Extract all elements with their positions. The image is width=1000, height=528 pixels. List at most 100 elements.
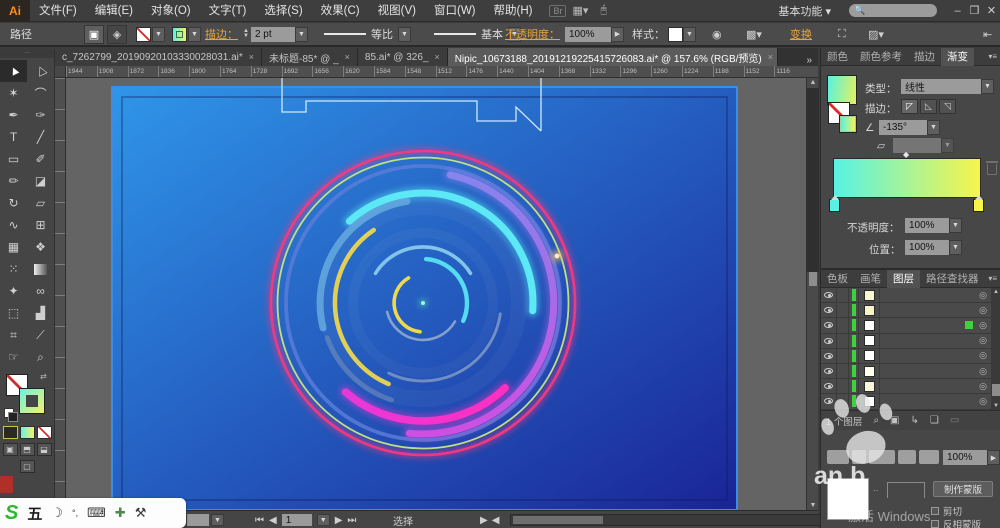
- zoom-level-field[interactable]: [187, 514, 209, 526]
- layer-thumbnail[interactable]: [864, 320, 875, 331]
- ime-settings-wrench-icon[interactable]: ⚒: [135, 505, 147, 521]
- stroke-along-icon[interactable]: ◺: [920, 99, 937, 114]
- opacity-dropdown-icon[interactable]: ▶: [611, 27, 624, 42]
- tab-close-icon[interactable]: ×: [249, 52, 254, 62]
- gradient-tab-颜色参考[interactable]: 颜色参考: [854, 48, 908, 66]
- scroll-down-icon[interactable]: ▼: [807, 502, 819, 509]
- layer-thumbnail[interactable]: [864, 396, 875, 407]
- search-input[interactable]: 🔍: [849, 4, 937, 17]
- next-artboard-icon[interactable]: ▶: [335, 515, 343, 526]
- magic-wand-tool[interactable]: ✶: [0, 82, 27, 104]
- gradient-angle-field[interactable]: -135°: [879, 120, 927, 135]
- stroke-proxy-swatch[interactable]: [19, 388, 45, 414]
- gradient-type-value[interactable]: 线性: [901, 79, 981, 94]
- symbol-sprayer-tool[interactable]: ⁙: [0, 258, 27, 280]
- rectangle-tool[interactable]: ▭: [0, 148, 27, 170]
- default-fill-stroke-icon[interactable]: [4, 408, 14, 418]
- new-sublayer-icon[interactable]: ↳: [911, 415, 919, 426]
- tab-close-icon[interactable]: ×: [345, 52, 350, 62]
- gradient-aspect-field[interactable]: [893, 138, 941, 153]
- lasso-tool[interactable]: ⌒: [27, 82, 54, 104]
- transparency-opacity-dropdown-icon[interactable]: ▶: [987, 450, 1000, 465]
- gradient-opacity-field[interactable]: 100%: [905, 218, 949, 233]
- knife-tool[interactable]: ⟋: [27, 324, 54, 346]
- new-layer-icon[interactable]: ❏: [930, 415, 939, 426]
- stroke-within-icon[interactable]: ◸: [901, 99, 918, 114]
- dock-collapse-icon[interactable]: ⇤: [983, 23, 992, 45]
- document-tab[interactable]: 未标题-85* @ _×: [262, 48, 358, 66]
- locate-object-icon[interactable]: ⌕: [873, 415, 879, 426]
- lock-cell[interactable]: [837, 394, 849, 408]
- menu-帮助(H)[interactable]: 帮助(H): [485, 5, 542, 17]
- blend-tool[interactable]: ∞: [27, 280, 54, 302]
- tools-panel-grip[interactable]: ∙∙∙∙: [0, 50, 54, 58]
- restore-button[interactable]: ❐: [966, 4, 983, 17]
- layers-scroll-thumb[interactable]: [992, 384, 1000, 396]
- vertical-scroll-thumb[interactable]: [809, 272, 817, 286]
- layers-scrollbar[interactable]: ▲ ▼: [991, 288, 1000, 410]
- layers-tab-色板[interactable]: 色板: [821, 270, 854, 288]
- eyedropper-tool[interactable]: ✦: [0, 280, 27, 302]
- hand-tool[interactable]: ☞: [0, 346, 27, 368]
- lock-cell[interactable]: [837, 318, 849, 332]
- menu-对象(O)[interactable]: 对象(O): [142, 5, 200, 17]
- column-graph-tool[interactable]: ▟: [27, 302, 54, 324]
- opacity-field[interactable]: 100%: [565, 27, 611, 42]
- lock-cell[interactable]: [837, 364, 849, 378]
- artboard-tool[interactable]: ⬚: [0, 302, 27, 324]
- layer-row[interactable]: ◎: [821, 288, 991, 303]
- fill-dropdown-icon[interactable]: ▼: [152, 27, 165, 42]
- mask-thumbnail-slot[interactable]: [887, 482, 925, 498]
- gradient-position-field[interactable]: 100%: [905, 240, 949, 255]
- gradient-stop-start[interactable]: [829, 199, 840, 212]
- gradient-aspect-dropdown-icon[interactable]: ▼: [941, 138, 954, 153]
- visibility-eye-icon[interactable]: [821, 364, 837, 378]
- artboard-dropdown-icon[interactable]: ▼: [317, 514, 330, 526]
- horizontal-ruler[interactable]: 1944190818721836180017641728169216561620…: [55, 66, 818, 78]
- type-tool[interactable]: T: [0, 126, 27, 148]
- none-mode-button[interactable]: [37, 426, 52, 439]
- last-artboard-icon[interactable]: ⏭: [347, 515, 356, 526]
- prev-artboard-icon[interactable]: ◀: [269, 515, 277, 526]
- layer-thumbnail[interactable]: [864, 381, 875, 392]
- lock-cell[interactable]: [837, 349, 849, 363]
- menu-编辑(E)[interactable]: 编辑(E): [86, 5, 142, 17]
- eraser-tool[interactable]: ◪: [27, 170, 54, 192]
- select-similar-icon[interactable]: ▩▾: [746, 23, 762, 45]
- gradient-slider[interactable]: [833, 158, 981, 198]
- hscroll-right-icon[interactable]: ◀: [492, 515, 500, 526]
- lock-cell[interactable]: [837, 303, 849, 317]
- document-tab[interactable]: c_7262799_20190920103330028031.ai*×: [55, 48, 262, 66]
- visibility-eye-icon[interactable]: [821, 318, 837, 332]
- document-tab[interactable]: 85.ai* @ 326_×: [358, 48, 448, 66]
- close-button[interactable]: ✕: [983, 4, 1000, 17]
- menu-视图(V)[interactable]: 视图(V): [369, 5, 425, 17]
- gradient-opacity-dropdown-icon[interactable]: ▼: [949, 218, 962, 233]
- draw-inside-button[interactable]: ⬓: [37, 443, 52, 456]
- gradient-preview-swatch[interactable]: [827, 75, 857, 105]
- anchor-corner-icon[interactable]: ▣: [84, 25, 104, 44]
- style-dropdown-icon[interactable]: ▼: [683, 27, 696, 42]
- layer-row[interactable]: ◎: [821, 394, 991, 409]
- ime-logo[interactable]: S: [5, 502, 18, 525]
- lock-cell[interactable]: [837, 379, 849, 393]
- slice-tool[interactable]: ⌗: [0, 324, 27, 346]
- layer-thumbnail[interactable]: [864, 290, 875, 301]
- layers-panel-menu-icon[interactable]: ▾≡: [988, 274, 1000, 283]
- width-profile-dropdown-icon[interactable]: ▼: [398, 27, 411, 42]
- visibility-eye-icon[interactable]: [821, 288, 837, 302]
- ruler-origin-corner[interactable]: [55, 66, 66, 78]
- target-icon[interactable]: ◎: [975, 366, 991, 377]
- align-icon[interactable]: ⛶: [838, 23, 846, 45]
- delete-layer-trash-icon[interactable]: ▭: [950, 415, 959, 426]
- visibility-eye-icon[interactable]: [821, 379, 837, 393]
- layer-row[interactable]: ◎: [821, 349, 991, 364]
- pencil-tool[interactable]: ✏: [0, 170, 27, 192]
- layer-row[interactable]: ◎: [821, 379, 991, 394]
- zoom-tool[interactable]: ⌕: [27, 346, 54, 368]
- stroke-weight-stepper[interactable]: ▲▼: [243, 29, 249, 39]
- ime-fullwidth-moon-icon[interactable]: ☽: [51, 505, 63, 521]
- fill-none-swatch[interactable]: [136, 27, 151, 42]
- workspace-switcher[interactable]: 基本功能 ▾: [778, 3, 831, 19]
- bridge-button[interactable]: Br: [549, 5, 566, 17]
